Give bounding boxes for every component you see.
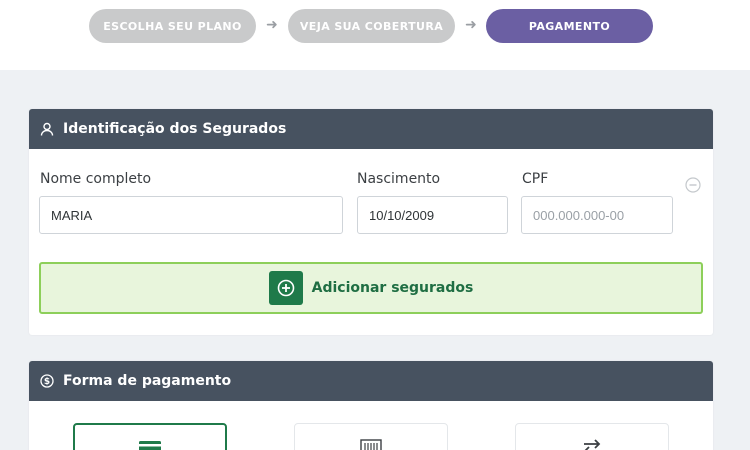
dollar-circle-icon: $ <box>39 373 55 389</box>
checkout-stepper: ESCOLHA SEU PLANO ➜ VEJA SUA COBERTURA ➜… <box>0 0 750 70</box>
payment-card-header: $ Forma de pagamento <box>29 361 713 401</box>
insured-card-header: Identificação dos Segurados <box>29 109 713 149</box>
insured-card-title: Identificação dos Segurados <box>63 121 287 137</box>
birth-date-label: Nascimento <box>357 171 441 187</box>
arrow-right-icon: ➜ <box>266 16 278 32</box>
step-coverage[interactable]: VEJA SUA COBERTURA <box>288 9 455 43</box>
plus-circle-icon <box>268 271 303 305</box>
payment-card-title: Forma de pagamento <box>63 373 232 389</box>
add-insured-label: Adicionar segurados <box>311 280 474 296</box>
svg-text:$: $ <box>44 377 50 387</box>
transfer-icon <box>580 439 604 450</box>
pay-option-transfer[interactable] <box>515 423 669 450</box>
pay-option-boleto[interactable] <box>294 423 448 450</box>
barcode-icon <box>360 439 382 450</box>
cpf-label: CPF <box>522 171 549 187</box>
full-name-input[interactable] <box>39 196 343 234</box>
cpf-input[interactable] <box>521 196 673 234</box>
remove-insured-icon[interactable] <box>685 177 701 193</box>
add-insured-button[interactable]: Adicionar segurados <box>39 262 703 314</box>
user-icon <box>39 121 55 137</box>
birth-date-input[interactable] <box>357 196 508 234</box>
step-choose-plan[interactable]: ESCOLHA SEU PLANO <box>89 9 256 43</box>
credit-card-icon <box>138 440 162 450</box>
arrow-right-icon: ➜ <box>465 16 477 32</box>
step-payment[interactable]: PAGAMENTO <box>486 9 653 43</box>
full-name-label: Nome completo <box>40 171 152 187</box>
pay-option-credit-card[interactable] <box>73 423 227 450</box>
